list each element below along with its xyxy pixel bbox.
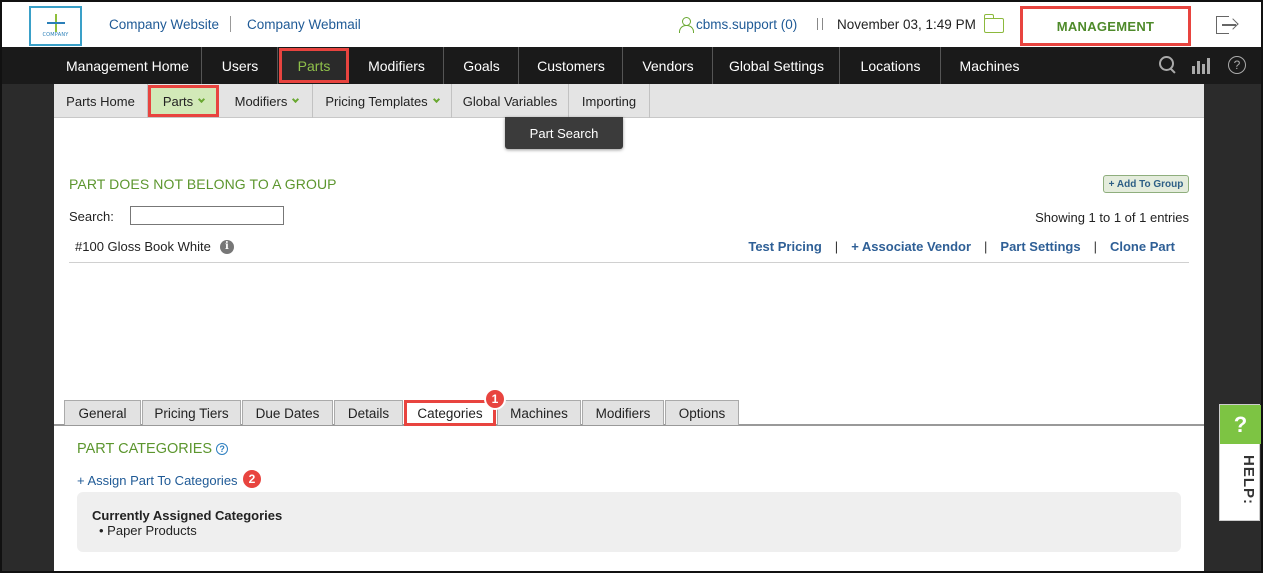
part-search-menu-item[interactable]: Part Search bbox=[505, 117, 623, 149]
part-tabs: General Pricing Tiers Due Dates Details … bbox=[54, 400, 1204, 426]
assigned-categories-box: Currently Assigned Categories • Paper Pr… bbox=[77, 492, 1181, 552]
tab-categories[interactable]: Categories bbox=[404, 400, 496, 426]
help-label: HELP: bbox=[1240, 455, 1257, 505]
categories-panel: PART CATEGORIES ? + Assign Part To Categ… bbox=[54, 426, 1204, 571]
entries-count: Showing 1 to 1 of 1 entries bbox=[1035, 210, 1189, 225]
nav-machines[interactable]: Machines bbox=[942, 47, 1037, 84]
search-label: Search: bbox=[69, 209, 114, 224]
part-name-row: #100 Gloss Book White i bbox=[75, 239, 234, 254]
subnav-parts-home[interactable]: Parts Home bbox=[54, 84, 148, 118]
logo-text: COMPANY bbox=[42, 32, 69, 38]
subnav-global-variables[interactable]: Global Variables bbox=[452, 84, 569, 118]
question-icon: ? bbox=[1220, 405, 1261, 444]
chevron-down-icon bbox=[292, 95, 300, 103]
divider bbox=[69, 262, 1189, 263]
subnav-pricing-templates[interactable]: Pricing Templates bbox=[313, 84, 452, 118]
assign-categories-link[interactable]: + Assign Part To Categories bbox=[77, 473, 238, 488]
top-bar: COMPANY Company Website Company Webmail … bbox=[2, 2, 1261, 48]
help-icon[interactable]: ? bbox=[1228, 56, 1246, 74]
categories-title-text: PART CATEGORIES bbox=[77, 441, 213, 457]
main-nav: Management Home Users Parts Modifiers Go… bbox=[2, 47, 1261, 84]
help-icon[interactable]: ? bbox=[216, 443, 229, 455]
subnav-label: Global Variables bbox=[462, 93, 558, 109]
subnav-label: Modifiers bbox=[234, 93, 288, 109]
subnav-modifiers[interactable]: Modifiers bbox=[221, 84, 313, 118]
test-pricing-link[interactable]: Test Pricing bbox=[748, 239, 821, 254]
associate-vendor-link[interactable]: + Associate Vendor bbox=[851, 239, 971, 254]
divider: | bbox=[984, 239, 988, 254]
chart-icon[interactable] bbox=[1192, 56, 1214, 74]
nav-parts[interactable]: Parts bbox=[279, 48, 349, 83]
info-icon[interactable]: i bbox=[219, 239, 234, 254]
tab-details[interactable]: Details bbox=[334, 400, 403, 425]
company-website-link[interactable]: Company Website bbox=[109, 17, 219, 32]
chevron-down-icon bbox=[198, 95, 206, 103]
divider: | bbox=[834, 239, 839, 254]
list-item: • Paper Products bbox=[99, 523, 197, 538]
tab-options[interactable]: Options bbox=[665, 400, 739, 425]
logo-mark-icon bbox=[45, 14, 67, 32]
divider bbox=[817, 18, 823, 30]
page-title: PART DOES NOT BELONG TO A GROUP bbox=[69, 176, 337, 192]
subnav-parts[interactable]: Parts bbox=[148, 85, 219, 117]
subnav-label: Pricing Templates bbox=[325, 93, 428, 109]
categories-title: PART CATEGORIES ? bbox=[77, 441, 229, 457]
assigned-heading: Currently Assigned Categories bbox=[92, 508, 283, 523]
search-input[interactable] bbox=[130, 206, 284, 225]
nav-global-settings[interactable]: Global Settings bbox=[714, 47, 840, 84]
left-gutter bbox=[2, 84, 54, 571]
part-actions: Test Pricing | + Associate Vendor | Part… bbox=[748, 239, 1175, 254]
company-logo[interactable]: COMPANY bbox=[29, 6, 82, 46]
tab-pricing-tiers[interactable]: Pricing Tiers bbox=[142, 400, 241, 425]
company-webmail-link[interactable]: Company Webmail bbox=[247, 17, 361, 32]
part-settings-link[interactable]: Part Settings bbox=[1000, 239, 1080, 254]
user-name: cbms.support (0) bbox=[696, 17, 798, 32]
subnav-label: Parts bbox=[162, 93, 194, 109]
tab-modifiers[interactable]: Modifiers bbox=[582, 400, 664, 425]
subnav-importing[interactable]: Importing bbox=[569, 84, 650, 118]
category-name: Paper Products bbox=[107, 523, 197, 538]
nav-users[interactable]: Users bbox=[203, 47, 278, 84]
nav-locations[interactable]: Locations bbox=[841, 47, 941, 84]
divider: | bbox=[1093, 239, 1097, 254]
subnav-label: Parts Home bbox=[66, 93, 135, 109]
nav-goals[interactable]: Goals bbox=[445, 47, 519, 84]
divider bbox=[230, 16, 231, 32]
search-icon[interactable] bbox=[1159, 56, 1177, 74]
help-widget[interactable]: ? HELP: bbox=[1219, 404, 1261, 521]
datetime: November 03, 1:49 PM bbox=[837, 17, 976, 32]
step-badge-2: 2 bbox=[241, 468, 263, 490]
management-button[interactable]: MANAGEMENT bbox=[1020, 6, 1191, 46]
nav-management-home[interactable]: Management Home bbox=[54, 47, 202, 84]
nav-modifiers[interactable]: Modifiers bbox=[350, 47, 444, 84]
subnav-label: Importing bbox=[581, 93, 637, 109]
tab-machines[interactable]: Machines bbox=[497, 400, 581, 425]
sub-nav: Parts Home Parts Modifiers Pricing Templ… bbox=[54, 84, 1204, 118]
chevron-down-icon bbox=[432, 95, 440, 103]
user-icon bbox=[679, 17, 694, 33]
add-to-group-button[interactable]: + Add To Group bbox=[1103, 175, 1189, 193]
part-name: #100 Gloss Book White bbox=[75, 239, 211, 254]
logout-icon[interactable] bbox=[1216, 16, 1239, 34]
tab-general[interactable]: General bbox=[64, 400, 141, 425]
main-content: PART DOES NOT BELONG TO A GROUP + Add To… bbox=[54, 118, 1204, 571]
user-menu[interactable]: cbms.support (0) bbox=[679, 17, 798, 33]
nav-customers[interactable]: Customers bbox=[520, 47, 623, 84]
clone-part-link[interactable]: Clone Part bbox=[1110, 239, 1175, 254]
step-badge-1: 1 bbox=[484, 388, 506, 410]
nav-vendors[interactable]: Vendors bbox=[624, 47, 713, 84]
tab-due-dates[interactable]: Due Dates bbox=[242, 400, 333, 425]
folder-icon[interactable] bbox=[983, 14, 1004, 33]
